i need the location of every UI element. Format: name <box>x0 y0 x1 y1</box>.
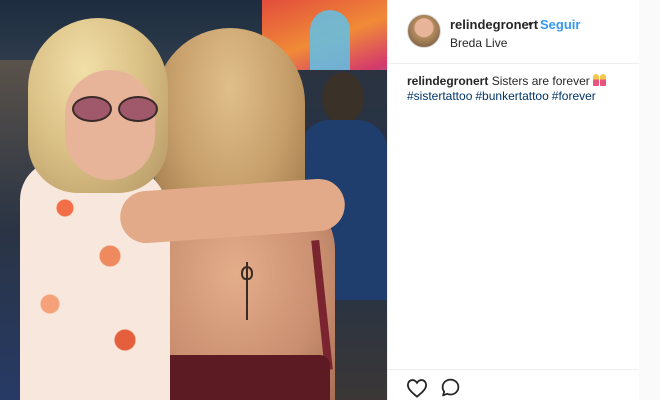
action-bar <box>388 369 640 400</box>
post-photo[interactable] <box>0 0 387 400</box>
hashtag-link[interactable]: #forever <box>552 89 596 103</box>
hashtag-list: #sistertattoo #bunkertattoo #forever <box>407 89 632 104</box>
post-header: relindegronert • Seguir Breda Live <box>388 0 640 64</box>
person-head <box>322 72 364 124</box>
post-sidebar: relindegronert • Seguir Breda Live relin… <box>387 0 640 400</box>
instagram-post: relindegronert • Seguir Breda Live relin… <box>0 0 660 400</box>
location-link[interactable]: Breda Live <box>450 36 507 50</box>
sisters-emoji-icon <box>592 74 606 86</box>
page-gutter <box>639 0 660 400</box>
woman-face <box>65 70 155 180</box>
hashtag-link[interactable]: #sistertattoo <box>407 89 472 103</box>
heart-icon[interactable] <box>406 378 428 398</box>
caption-text: Sisters are forever <box>491 74 590 88</box>
avatar[interactable] <box>407 14 441 48</box>
sunglasses <box>72 96 162 122</box>
post-caption: relindegronert Sisters are forever #sist… <box>407 74 632 104</box>
follow-button[interactable]: Seguir <box>540 17 580 32</box>
comment-icon[interactable] <box>440 377 461 398</box>
back-tattoo <box>240 262 254 320</box>
header-username[interactable]: relindegronert <box>450 17 538 32</box>
separator-dot: • <box>528 16 533 31</box>
hashtag-link[interactable]: #bunkertattoo <box>475 89 548 103</box>
caption-username[interactable]: relindegronert <box>407 74 488 88</box>
